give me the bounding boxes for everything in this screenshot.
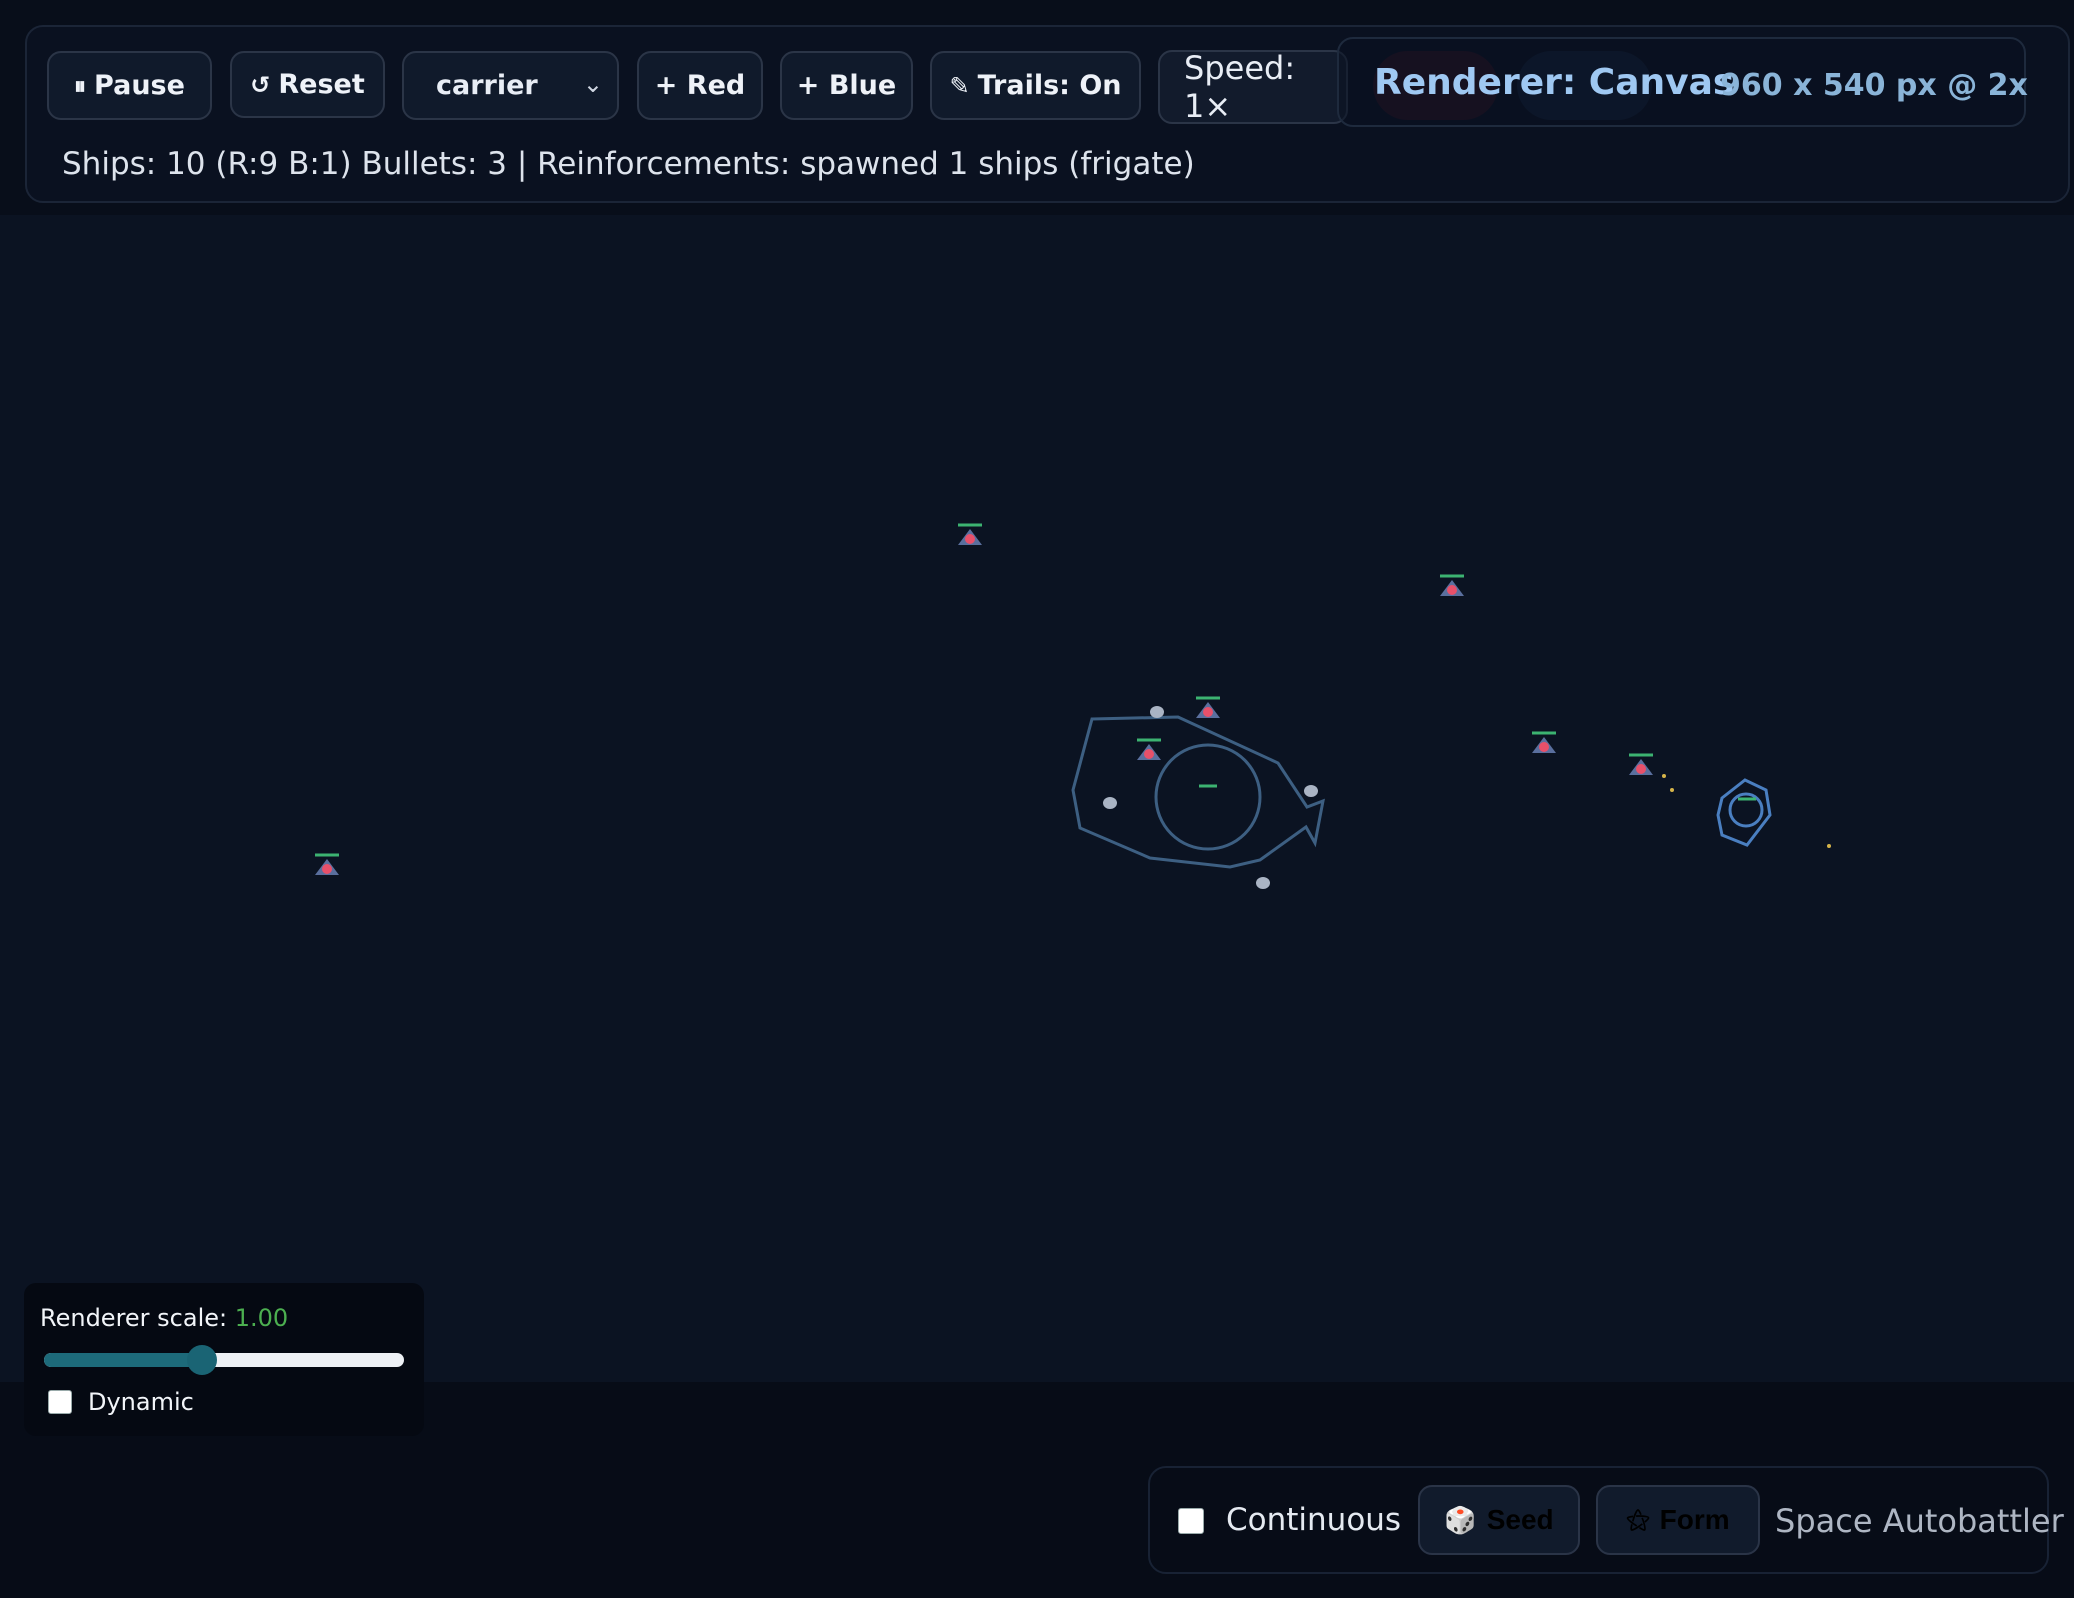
dice-icon: 🎲: [1444, 1504, 1477, 1535]
bullets: [1662, 774, 1831, 848]
pause-button[interactable]: ⏸ Pause: [47, 51, 212, 120]
red-fighter: [315, 853, 339, 875]
renderer-scale-label: Renderer scale: 1.00: [40, 1304, 288, 1332]
red-fighter: [1532, 731, 1556, 753]
speed-label: Speed: 1×: [1184, 49, 1296, 125]
battle-canvas[interactable]: [0, 215, 2074, 1382]
carrier-ship: [1071, 715, 1325, 869]
pause-icon: ⏸: [74, 71, 87, 100]
seed-button[interactable]: 🎲 Seed: [1418, 1485, 1580, 1555]
slider-fill: [44, 1353, 203, 1367]
red-fighter: [1196, 696, 1220, 718]
form-button[interactable]: ⚝ Form: [1596, 1485, 1760, 1555]
ship-type-value: carrier: [436, 70, 538, 101]
blue-ship: [1716, 778, 1772, 847]
trails-label: Trails: On: [977, 70, 1122, 101]
resolution-readout: 960 x 540 px @ 2x: [1720, 68, 2028, 103]
ship-type-select[interactable]: carrier ⌄: [402, 51, 619, 120]
reset-icon: ↺: [250, 70, 271, 99]
red-fighter: [958, 523, 982, 545]
red-fighter: [1440, 574, 1464, 596]
bottom-controls-panel: Continuous 🎲 Seed ⚝ Form Space Autobattl…: [1148, 1466, 2064, 1574]
formation-icon: ⚝: [1626, 1506, 1650, 1533]
red-fighter: [1629, 753, 1653, 775]
renderer-label: Renderer: Canvas: [1374, 62, 1735, 103]
dynamic-checkbox[interactable]: [48, 1390, 72, 1414]
add-blue-label: + Blue: [796, 70, 897, 101]
renderer-scale-text: Renderer scale:: [40, 1304, 228, 1332]
continuous-label: Continuous: [1226, 1502, 1402, 1538]
continuous-checkbox[interactable]: [1178, 1508, 1204, 1534]
status-text: Ships: 10 (R:9 B:1) Bullets: 3 | Reinfor…: [62, 146, 1195, 182]
dynamic-label: Dynamic: [88, 1388, 194, 1416]
form-label: Form: [1659, 1504, 1730, 1535]
slider-thumb[interactable]: [187, 1345, 218, 1375]
pause-label: Pause: [94, 70, 185, 101]
chevron-down-icon: ⌄: [582, 70, 603, 98]
trails-toggle-button[interactable]: ✎ Trails: On: [930, 51, 1141, 120]
add-blue-button[interactable]: + Blue: [780, 51, 913, 120]
app-title: Space Autobattler: [1775, 1502, 2064, 1540]
renderer-scale-panel: Renderer scale: 1.00 Dynamic: [24, 1283, 424, 1436]
speed-control[interactable]: Speed: 1×: [1158, 49, 1348, 125]
red-fighters: [315, 523, 1653, 875]
reset-label: Reset: [278, 69, 365, 100]
add-red-label: + Red: [654, 70, 746, 101]
add-red-button[interactable]: + Red: [637, 51, 763, 120]
red-fighter: [1137, 738, 1161, 760]
seed-label: Seed: [1486, 1504, 1554, 1535]
renderer-scale-slider[interactable]: [44, 1345, 404, 1375]
trails-icon: ✎: [949, 71, 970, 100]
renderer-scale-value: 1.00: [234, 1304, 289, 1332]
reset-button[interactable]: ↺ Reset: [230, 51, 385, 118]
